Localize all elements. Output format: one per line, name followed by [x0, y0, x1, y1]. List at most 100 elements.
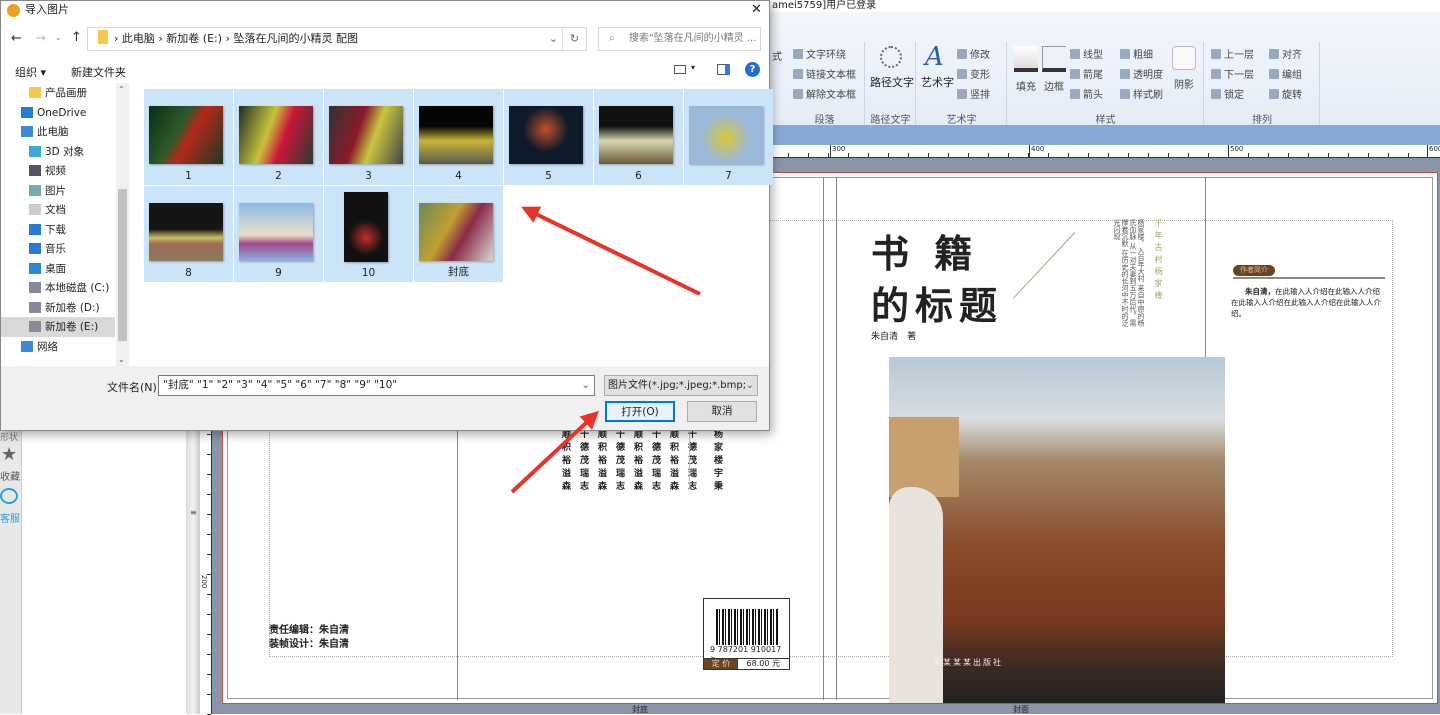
rotate-button[interactable]: 旋转 [1269, 86, 1302, 101]
nav-item[interactable]: 产品画册 [1, 83, 115, 103]
chat-icon[interactable] [0, 488, 18, 504]
nav-item[interactable]: OneDrive [1, 103, 115, 123]
file-tile[interactable]: 9 [234, 186, 323, 282]
align-button[interactable]: 对齐 [1269, 46, 1302, 61]
view-options-icon[interactable] [674, 65, 686, 74]
ruler-tick [1188, 153, 1189, 157]
bring-forward-button[interactable]: 上一层 [1211, 46, 1254, 61]
back-side-text: 杨家楼宇秉 [712, 429, 722, 494]
ruler-tick [207, 674, 211, 675]
organize-button[interactable]: 组织 ▾ [15, 64, 46, 80]
ruler-tick [1008, 153, 1009, 157]
nav-item[interactable]: 视频 [1, 161, 115, 181]
unlink-textbox-button[interactable]: 解除文本框 [793, 86, 856, 101]
breadcrumb-folder[interactable]: 坠落在凡间的小精灵 配图 [233, 32, 358, 45]
search-icon: ⌕ [609, 33, 615, 44]
nav-scrollbar[interactable]: ⌃ ⌄ [116, 83, 129, 366]
filename-dropdown-icon[interactable]: ⌄ [581, 376, 590, 395]
group-button[interactable]: 编组 [1269, 66, 1302, 81]
line-type-button[interactable]: 线型 [1070, 46, 1103, 61]
file-tile[interactable]: 2 [234, 89, 323, 185]
nav-item[interactable]: 文档 [1, 200, 115, 220]
opacity-button[interactable]: 透明度 [1120, 66, 1163, 81]
nav-item[interactable]: 音乐 [1, 239, 115, 259]
transform-button[interactable]: 变形 [957, 66, 990, 81]
wordart-button[interactable]: 艺术字 [921, 74, 954, 90]
ruler-tick [1068, 153, 1069, 157]
path-text-button[interactable]: 路径文字 [870, 74, 914, 90]
refresh-icon[interactable]: ↻ [562, 28, 586, 50]
help-icon[interactable]: ? [745, 62, 760, 77]
lock-button[interactable]: 锁定 [1211, 86, 1244, 101]
nav-item[interactable]: 网络 [1, 337, 115, 357]
fill-button[interactable]: 填充 [1016, 78, 1036, 93]
nav-item[interactable]: 新加卷 (E:) [1, 317, 115, 337]
back-arrow-icon[interactable]: ← [11, 31, 22, 46]
close-button[interactable]: ✕ [751, 1, 762, 19]
dialog-title-bar[interactable]: 导入图片 ✕ [1, 1, 769, 21]
recent-dropdown-icon[interactable]: ⌄ [55, 33, 62, 42]
up-arrow-icon[interactable]: ↑ [71, 30, 82, 45]
file-name: 9 [275, 267, 282, 279]
file-tile[interactable]: 3 [324, 89, 413, 185]
send-backward-button[interactable]: 下一层 [1211, 66, 1254, 81]
shapes-label[interactable]: 形状 [0, 430, 18, 443]
shadow-button[interactable]: 阴影 [1174, 76, 1194, 91]
arrow-head-button[interactable]: 箭头 [1070, 86, 1103, 101]
file-tile[interactable]: 封底 [414, 186, 503, 282]
ruler-tick [207, 614, 211, 615]
link-textbox-button[interactable]: 链接文本框 [793, 66, 856, 81]
vertical-button[interactable]: 竖排 [957, 86, 990, 101]
open-button[interactable]: 打开(O) [605, 401, 675, 422]
file-tile[interactable]: 1 [144, 89, 233, 185]
nav-item[interactable]: 下载 [1, 220, 115, 240]
nav-item[interactable]: 桌面 [1, 259, 115, 279]
file-tile[interactable]: 4 [414, 89, 503, 185]
file-tile[interactable]: 8 [144, 186, 233, 282]
shadow-icon [1172, 46, 1196, 70]
weight-button[interactable]: 粗细 [1120, 46, 1153, 61]
nav-item[interactable]: 本地磁盘 (C:) [1, 278, 115, 298]
forward-arrow-icon[interactable]: → [35, 31, 46, 46]
file-tile[interactable]: 7 [684, 89, 773, 185]
nav-item[interactable]: 新加卷 (D:) [1, 298, 115, 318]
cancel-button[interactable]: 取消 [687, 401, 757, 422]
border-button[interactable]: 边框 [1044, 78, 1064, 93]
filename-input[interactable]: "封底" "1" "2" "3" "4" "5" "6" "7" "8" "9"… [158, 375, 595, 396]
ribbon-group-path-text: 路径文字 路径文字 [866, 42, 916, 130]
text-wrap-button[interactable]: 文字环绕 [793, 46, 846, 61]
address-dropdown-icon[interactable]: ⌄ [549, 28, 558, 50]
address-bar[interactable]: › 此电脑 › 新加卷 (E:) › 坠落在凡间的小精灵 配图 ⌄ ↻ [87, 27, 587, 51]
price-box: 定 价 68.00 元 [703, 658, 790, 670]
breadcrumb-drive-e[interactable]: 新加卷 (E:) [166, 32, 222, 45]
nav-item-label: 桌面 [45, 262, 66, 275]
cube-icon [29, 145, 41, 157]
star-icon[interactable]: ★ [1, 444, 17, 465]
arrow-tail-button[interactable]: 箭尾 [1070, 66, 1103, 81]
file-tile[interactable]: 5 [504, 89, 593, 185]
format-painter-button[interactable]: 样式刷 [1120, 86, 1163, 101]
ruler-tick [207, 514, 211, 515]
file-tile[interactable]: 10 [324, 186, 413, 282]
poem-divider [689, 429, 690, 489]
preview-pane-icon[interactable] [717, 64, 730, 75]
view-dropdown-icon[interactable]: ▾ [691, 63, 695, 72]
download-icon [29, 223, 41, 235]
nav-item[interactable]: 此电脑 [1, 122, 115, 142]
favorites-label[interactable]: 收藏 [0, 468, 20, 483]
nav-item-label: 3D 对象 [45, 145, 85, 158]
modify-button[interactable]: 修改 [957, 46, 990, 61]
service-label[interactable]: 客服 [0, 510, 20, 525]
image-thumbnail [329, 106, 403, 164]
file-tile[interactable]: 6 [594, 89, 683, 185]
ruler-label: 300 [832, 145, 846, 153]
search-box[interactable]: ⌕ 搜索"坠落在凡间的小精灵 ... [598, 27, 761, 51]
nav-item[interactable]: 3D 对象 [1, 142, 115, 162]
nav-item[interactable]: 图片 [1, 181, 115, 201]
new-folder-button[interactable]: 新建文件夹 [71, 64, 126, 80]
ruler-major-tick: 500 [1228, 145, 1243, 157]
cover-photo[interactable]: 某某某某出版社 [889, 357, 1225, 703]
breadcrumb-this-pc[interactable]: 此电脑 [122, 32, 155, 45]
panel-splitter[interactable]: ≡ [186, 430, 200, 714]
filetype-select[interactable]: 图片文件(*.jpg;*.jpeg;*.bmp;*. ⌄ [604, 375, 758, 396]
